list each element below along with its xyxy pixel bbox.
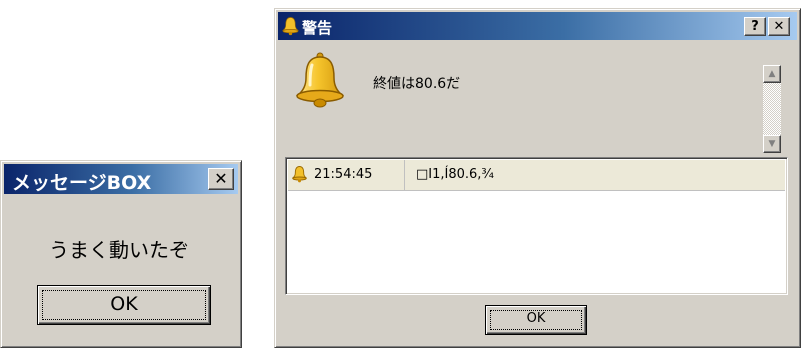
bell-icon: [282, 17, 299, 36]
message-box-ok-button[interactable]: OK: [37, 285, 211, 325]
warning-dialog-close-button[interactable]: ✕: [768, 17, 790, 36]
close-icon: ✕: [773, 19, 785, 34]
focus-rect: [490, 310, 582, 330]
help-icon: ?: [751, 19, 759, 34]
scroll-up-button[interactable]: ▲: [763, 65, 781, 83]
message-box-text: うまく動いたぞ: [49, 238, 189, 262]
warning-message: 終値は80.6だ: [373, 76, 461, 92]
arrow-down-icon: ▼: [768, 139, 776, 149]
log-text: □I1,Í80.6,¾: [416, 167, 495, 182]
list-item[interactable]: 21:54:45 □I1,Í80.6,¾: [288, 160, 785, 191]
message-box-close-button[interactable]: ✕: [208, 168, 234, 190]
bell-icon: [295, 52, 345, 108]
arrow-up-icon: ▲: [768, 69, 776, 79]
message-scrollbar[interactable]: ▲ ▼: [763, 65, 781, 153]
alert-log-list[interactable]: 21:54:45 □I1,Í80.6,¾: [285, 157, 788, 295]
warning-dialog-titlebar[interactable]: 警告 ? ✕: [278, 12, 797, 40]
scroll-down-button[interactable]: ▼: [763, 135, 781, 153]
bell-icon: [292, 166, 307, 183]
column-divider: [404, 160, 405, 190]
message-box-titlebar[interactable]: メッセージBOX ✕: [4, 164, 238, 194]
log-time: 21:54:45: [314, 167, 373, 182]
close-icon: ✕: [214, 169, 228, 188]
message-box-window: メッセージBOX ✕ うまく動いたぞ OK: [0, 160, 242, 348]
warning-dialog-title: 警告: [302, 19, 333, 37]
warning-dialog-window: 警告 ? ✕ 終値は80.6だ ▲ ▼ 21:54:45 □I1,Í80.6,¾…: [274, 8, 801, 348]
focus-rect: [42, 290, 206, 320]
scroll-track[interactable]: [763, 83, 781, 135]
message-box-title: メッセージBOX: [12, 172, 152, 194]
help-button[interactable]: ?: [744, 17, 766, 36]
warning-dialog-ok-button[interactable]: OK: [485, 305, 587, 335]
